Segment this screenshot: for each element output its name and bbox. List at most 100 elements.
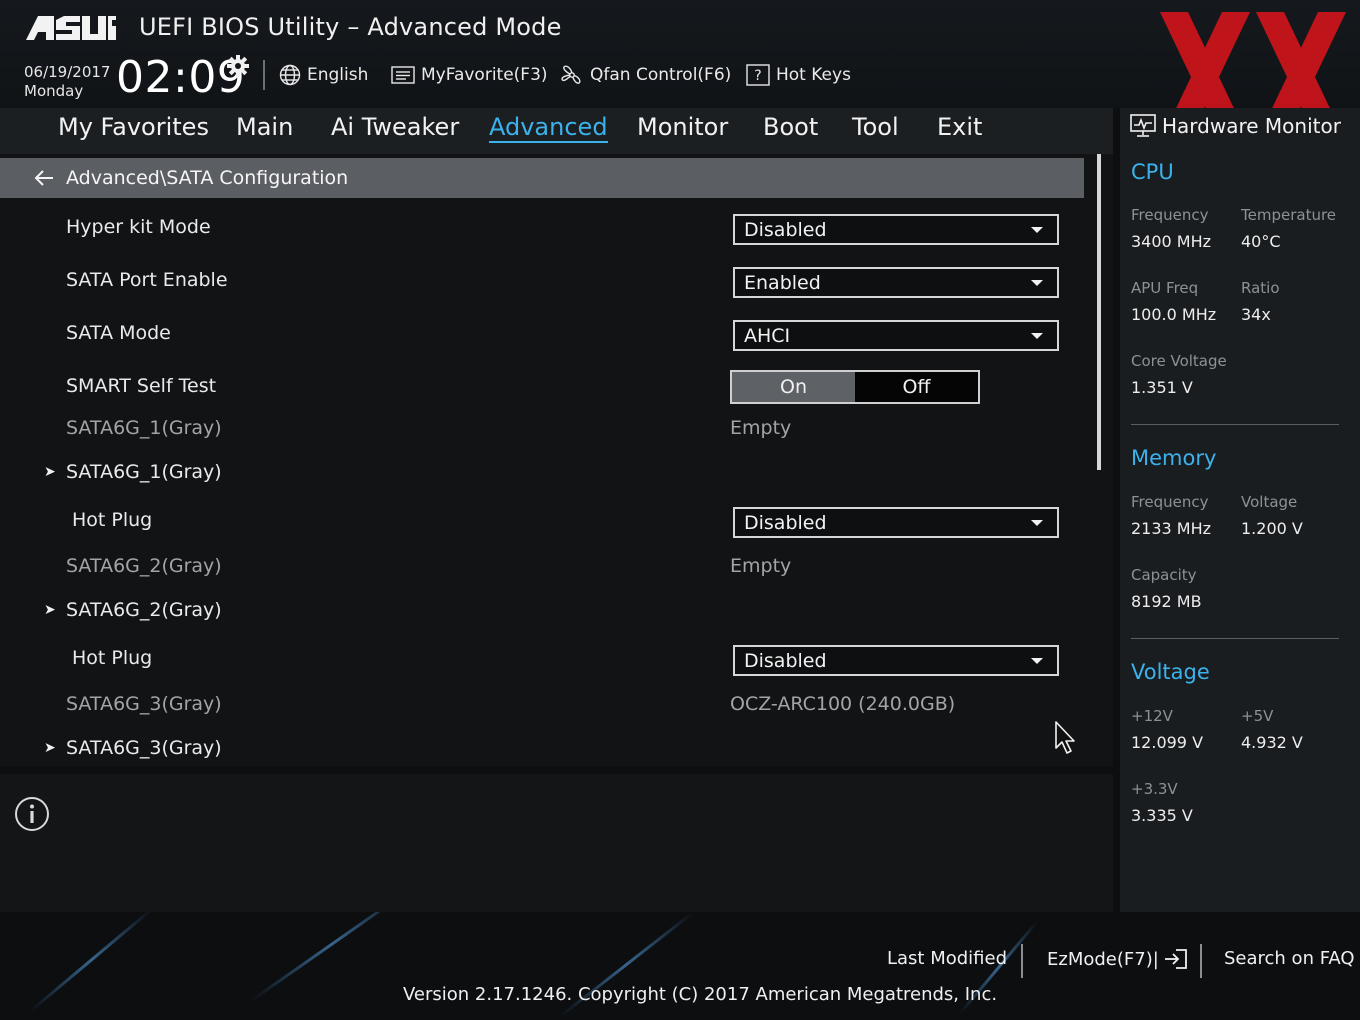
sata6g-2-hot-plug-label: Hot Plug	[72, 647, 153, 669]
scrollbar[interactable]	[1097, 154, 1101, 470]
tab-main[interactable]: Main	[236, 113, 293, 141]
core-voltage-label: Core Voltage	[1131, 352, 1227, 370]
hyperkit-mode-value: Disabled	[744, 219, 827, 241]
sata6g-1-submenu[interactable]: SATA6G_1(Gray)	[66, 461, 222, 483]
help-icon: ?	[746, 64, 770, 86]
svg-text:?: ?	[754, 68, 761, 84]
memory-voltage-label: Voltage	[1241, 493, 1298, 511]
mouse-pointer-icon	[1055, 721, 1075, 754]
sata6g-2-hot-plug-dropdown[interactable]: Disabled	[733, 645, 1059, 676]
breadcrumb-path: Advanced\SATA Configuration	[66, 167, 349, 189]
v12-value: 12.099 V	[1131, 733, 1204, 752]
expand-arrow-icon[interactable]: ➤	[44, 602, 56, 618]
expand-arrow-icon[interactable]: ➤	[44, 464, 56, 480]
sata-mode-value: AHCI	[744, 325, 791, 347]
date-display: 06/19/2017	[24, 63, 111, 81]
language-button[interactable]: English	[279, 62, 368, 88]
memory-capacity-value: 8192 MB	[1131, 592, 1202, 611]
qfan-label: Qfan Control(F6)	[590, 65, 732, 85]
sata-port-enable-label: SATA Port Enable	[66, 269, 228, 291]
toggle-on-option[interactable]: On	[732, 372, 855, 402]
section-divider	[1131, 638, 1339, 639]
memory-heading: Memory	[1131, 446, 1217, 470]
hardware-monitor-header: Hardware Monitor	[1130, 114, 1341, 138]
cpu-frequency-value: 3400 MHz	[1131, 232, 1212, 251]
tab-ai-tweaker[interactable]: Ai Tweaker	[331, 113, 459, 141]
hyperkit-mode-dropdown[interactable]: Disabled	[733, 214, 1059, 245]
gear-icon[interactable]	[226, 54, 250, 78]
last-modified-button[interactable]: Last Modified	[887, 948, 1007, 969]
hotkeys-button[interactable]: ? Hot Keys	[746, 62, 851, 88]
sata6g-1-hot-plug-dropdown[interactable]: Disabled	[733, 507, 1059, 538]
sata6g-2-submenu[interactable]: SATA6G_2(Gray)	[66, 599, 222, 621]
tab-advanced[interactable]: Advanced	[489, 113, 608, 143]
ezmode-button[interactable]: EzMode(F7)|	[1047, 948, 1189, 970]
smart-self-test-toggle[interactable]: On Off	[730, 370, 980, 404]
sata6g-1-info-label: SATA6G_1(Gray)	[66, 417, 222, 439]
sata6g-3-info-label: SATA6G_3(Gray)	[66, 693, 222, 715]
v12-label: +12V	[1131, 707, 1173, 725]
ratio-label: Ratio	[1241, 279, 1280, 297]
apu-freq-label: APU Freq	[1131, 279, 1199, 297]
settings-panel: Advanced\SATA Configuration Hyper kit Mo…	[0, 154, 1113, 766]
expand-arrow-icon[interactable]: ➤	[44, 740, 56, 756]
memory-voltage-value: 1.200 V	[1241, 519, 1303, 538]
tab-my-favorites[interactable]: My Favorites	[58, 113, 209, 141]
info-icon	[15, 797, 49, 831]
favorite-list-icon	[391, 66, 415, 84]
sata6g-2-device: Empty	[730, 555, 792, 577]
sata-mode-dropdown[interactable]: AHCI	[733, 320, 1059, 351]
chevron-down-icon	[1031, 658, 1043, 664]
tab-boot[interactable]: Boot	[763, 113, 818, 141]
sata6g-1-device: Empty	[730, 417, 792, 439]
breadcrumb[interactable]: Advanced\SATA Configuration	[0, 158, 1084, 198]
language-label: English	[307, 65, 369, 85]
v5-label: +5V	[1241, 707, 1274, 725]
version-text: Version 2.17.1246. Copyright (C) 2017 Am…	[403, 984, 998, 1005]
v5-value: 4.932 V	[1241, 733, 1303, 752]
main-menu-tabs: My Favorites Main Ai Tweaker Advanced Mo…	[0, 108, 1113, 154]
fan-icon	[561, 65, 581, 84]
v33-value: 3.335 V	[1131, 806, 1193, 825]
hyperkit-mode-label: Hyper kit Mode	[66, 216, 211, 238]
memory-frequency-value: 2133 MHz	[1131, 519, 1212, 538]
tab-exit[interactable]: Exit	[937, 113, 982, 141]
sata-port-enable-value: Enabled	[744, 272, 821, 294]
memory-capacity-label: Capacity	[1131, 566, 1197, 584]
chevron-down-icon	[1031, 227, 1043, 233]
v33-label: +3.3V	[1131, 780, 1178, 798]
sata6g-2-info-label: SATA6G_2(Gray)	[66, 555, 222, 577]
sata-mode-label: SATA Mode	[66, 322, 171, 344]
back-arrow-icon[interactable]	[32, 166, 56, 190]
cpu-frequency-label: Frequency	[1131, 206, 1209, 224]
qfan-control-button[interactable]: Qfan Control(F6)	[560, 62, 731, 88]
tab-tool[interactable]: Tool	[852, 113, 899, 141]
sata6g-1-hot-plug-value: Disabled	[744, 512, 827, 534]
toggle-off-option[interactable]: Off	[855, 372, 978, 402]
voltage-heading: Voltage	[1131, 660, 1210, 684]
day-display: Monday	[24, 82, 84, 100]
ratio-value: 34x	[1241, 305, 1271, 324]
search-faq-button[interactable]: Search on FAQ	[1224, 948, 1355, 969]
core-voltage-value: 1.351 V	[1131, 378, 1193, 397]
sata6g-2-hot-plug-value: Disabled	[744, 650, 827, 672]
memory-frequency-label: Frequency	[1131, 493, 1209, 511]
chevron-down-icon	[1031, 333, 1043, 339]
header-separator	[263, 60, 265, 90]
hardware-monitor-title: Hardware Monitor	[1162, 114, 1341, 138]
apu-freq-value: 100.0 MHz	[1131, 305, 1217, 324]
globe-icon	[279, 64, 301, 86]
chevron-down-icon	[1031, 520, 1043, 526]
myfavorite-button[interactable]: MyFavorite(F3)	[391, 62, 548, 88]
sata-port-enable-dropdown[interactable]: Enabled	[733, 267, 1059, 298]
help-info-panel	[0, 774, 1113, 912]
monitor-icon	[1130, 114, 1156, 137]
sata6g-1-hot-plug-label: Hot Plug	[72, 509, 153, 531]
footer-separator	[1200, 944, 1202, 978]
footer-separator	[1021, 944, 1023, 978]
sata6g-3-submenu[interactable]: SATA6G_3(Gray)	[66, 737, 222, 759]
cpu-heading: CPU	[1131, 160, 1174, 184]
hardware-monitor-panel: Hardware Monitor CPU Frequency Temperatu…	[1120, 108, 1360, 912]
exit-arrow-icon	[1164, 949, 1187, 969]
tab-monitor[interactable]: Monitor	[637, 113, 728, 141]
